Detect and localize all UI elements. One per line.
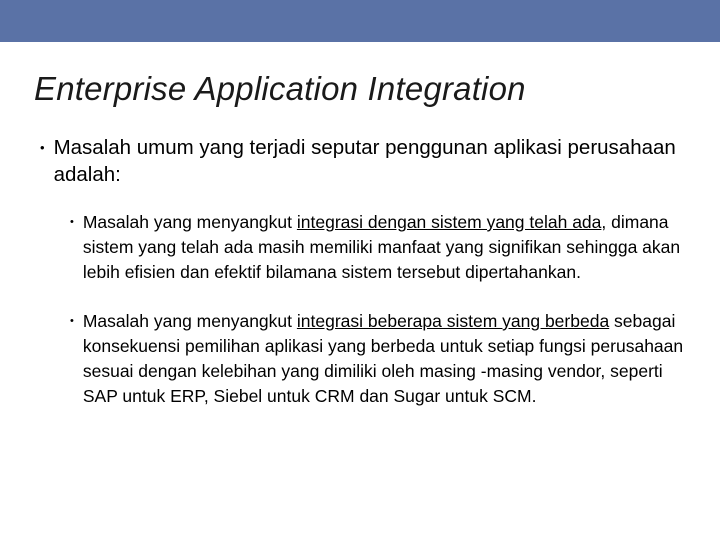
sub-bullet-1-text: Masalah yang menyangkut integrasi dengan…	[83, 210, 686, 285]
main-bullet: • Masalah umum yang terjadi seputar peng…	[34, 134, 686, 188]
slide-title: Enterprise Application Integration	[34, 70, 686, 108]
sub2-pre: Masalah yang menyangkut	[83, 311, 297, 331]
slide-top-bar	[0, 0, 720, 42]
bullet-icon: •	[70, 210, 74, 235]
main-bullet-text: Masalah umum yang terjadi seputar penggu…	[54, 134, 686, 188]
slide-content: Enterprise Application Integration • Mas…	[0, 42, 720, 409]
sub-bullet-2-text: Masalah yang menyangkut integrasi bebera…	[83, 309, 686, 409]
sub-bullets: • Masalah yang menyangkut integrasi deng…	[34, 210, 686, 409]
bullet-icon: •	[70, 309, 74, 334]
sub2-underline: integrasi beberapa sistem yang berbeda	[297, 311, 609, 331]
bullet-icon: •	[40, 134, 45, 161]
sub1-pre: Masalah yang menyangkut	[83, 212, 297, 232]
sub-bullet-2: • Masalah yang menyangkut integrasi bebe…	[70, 309, 686, 409]
main-text-line1: Masalah umum yang terjadi seputar penggu…	[54, 136, 568, 159]
sub-bullet-1: • Masalah yang menyangkut integrasi deng…	[70, 210, 686, 285]
sub1-underline: integrasi dengan sistem yang telah ada	[297, 212, 602, 232]
